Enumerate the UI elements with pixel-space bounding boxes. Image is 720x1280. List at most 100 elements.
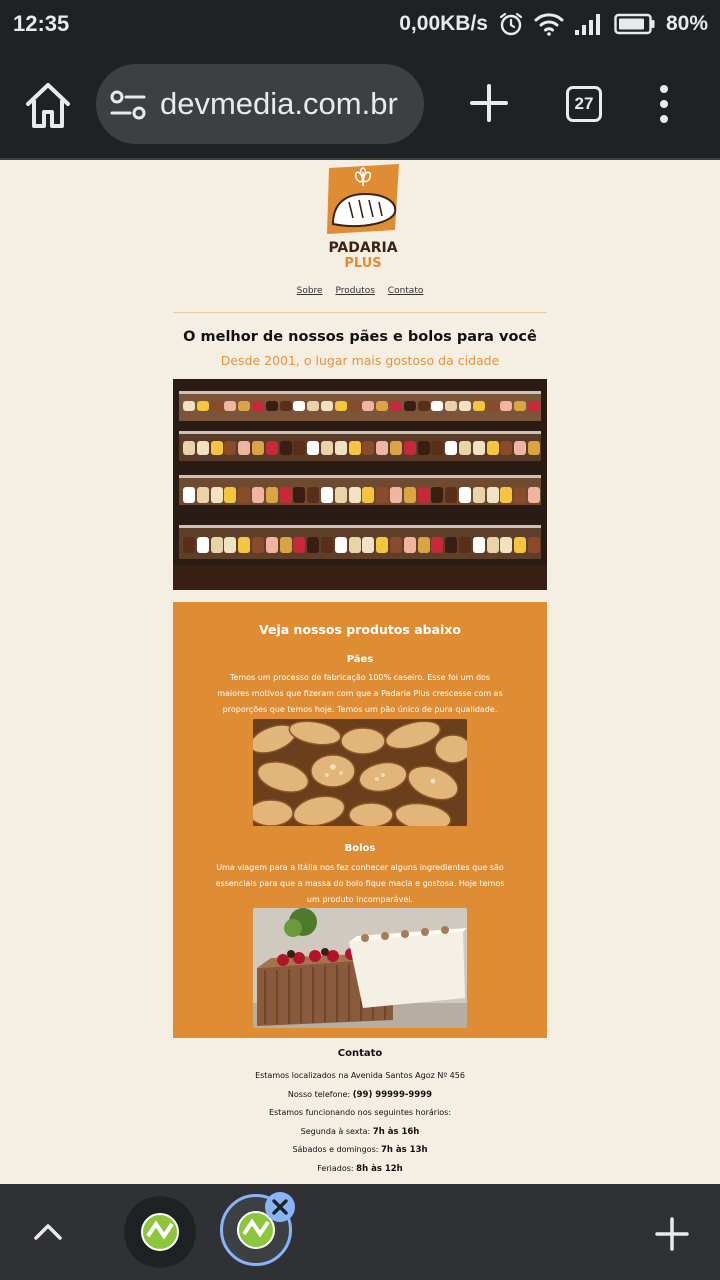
products-section: Veja nossos produtos abaixo Pães Temos u… xyxy=(173,602,547,1038)
pastry xyxy=(514,487,527,503)
status-time: 12:35 xyxy=(13,11,70,36)
pastry xyxy=(334,487,347,503)
pastry xyxy=(459,537,471,553)
pastry xyxy=(279,537,292,553)
pastry xyxy=(486,401,499,411)
pastry xyxy=(390,401,402,411)
pastry xyxy=(459,487,471,503)
pastry xyxy=(486,441,499,455)
home-icon[interactable] xyxy=(22,80,74,130)
contact-title: Contato xyxy=(337,1048,383,1059)
pastry xyxy=(514,441,527,455)
pastry xyxy=(472,441,485,455)
pastry xyxy=(390,537,402,553)
web-page: PADARIA PLUS Sobre Produtos Contato O me… xyxy=(0,162,720,1184)
nav-link-contato[interactable]: Contato xyxy=(388,286,424,296)
pastry xyxy=(390,441,402,455)
hours-holidays: Feriados: 8h às 12h xyxy=(173,1160,547,1179)
pastry xyxy=(183,487,195,503)
weekdays-hours: 7h às 16h xyxy=(372,1126,420,1137)
tab-switcher-button[interactable]: 27 xyxy=(566,86,602,122)
padaria-plus-logo[interactable]: PADARIA PLUS xyxy=(323,164,403,274)
cakes-image xyxy=(253,908,467,1028)
pastry xyxy=(376,441,389,455)
pastry xyxy=(500,401,513,411)
holidays-hours: 8h às 12h xyxy=(356,1163,403,1174)
phone-label: Nosso telefone: xyxy=(287,1089,351,1099)
logo-text-plus: PLUS xyxy=(344,256,381,271)
pastry xyxy=(307,487,320,503)
logo-text-padaria: PADARIA xyxy=(328,240,397,256)
contact-address: Estamos localizados na Avenida Santos Ag… xyxy=(255,1071,465,1080)
pastry xyxy=(252,487,264,503)
pastry xyxy=(376,401,389,411)
pastry xyxy=(224,537,237,553)
pastry xyxy=(307,441,320,455)
weekend-label: Sábados e domingos: xyxy=(292,1145,379,1155)
site-nav: Sobre Produtos Contato xyxy=(173,286,547,296)
nav-link-sobre[interactable]: Sobre xyxy=(297,286,323,296)
signal-icon xyxy=(574,14,600,35)
pastry xyxy=(252,537,264,553)
tab-thumbnail[interactable] xyxy=(124,1196,196,1268)
pastry xyxy=(210,441,223,455)
pastry xyxy=(210,487,223,503)
chevron-up-icon[interactable] xyxy=(30,1214,66,1250)
pastry xyxy=(514,401,527,411)
paes-title: Pães xyxy=(346,654,374,665)
close-tab-icon[interactable] xyxy=(265,1192,295,1222)
alarm-icon xyxy=(499,12,523,36)
address-bar[interactable]: devmedia.com.br xyxy=(96,64,424,144)
pastry xyxy=(528,487,540,503)
pastry xyxy=(279,401,292,411)
site-settings-icon[interactable] xyxy=(110,90,150,120)
bakery-showcase-image xyxy=(173,379,547,590)
pastry xyxy=(265,401,278,411)
pastry xyxy=(486,537,499,553)
pastry xyxy=(376,487,389,503)
header-divider xyxy=(173,312,547,313)
battery-level: 80% xyxy=(665,12,708,35)
pastry xyxy=(196,441,209,455)
pastry xyxy=(403,401,416,411)
pastry xyxy=(417,401,430,411)
weekdays-label: Segunda à sexta: xyxy=(300,1126,371,1136)
pastry xyxy=(348,401,361,411)
pastry xyxy=(307,401,320,411)
battery-icon xyxy=(614,13,655,35)
new-tab-icon[interactable] xyxy=(466,80,512,126)
pastry xyxy=(376,537,389,553)
pastry xyxy=(500,537,513,553)
pastry xyxy=(196,487,209,503)
hours-intro: Estamos funcionando nos seguintes horári… xyxy=(268,1108,452,1118)
contact-phone-line: Nosso telefone: (99) 99999-9999 xyxy=(173,1086,547,1105)
pastry xyxy=(321,487,333,503)
pastry xyxy=(265,537,278,553)
pastry xyxy=(403,537,416,553)
pastry xyxy=(321,441,333,455)
net-speed: 0,00KB/s xyxy=(399,12,488,35)
pastry xyxy=(486,487,499,503)
pastry xyxy=(514,537,527,553)
hours-weekdays: Segunda à sexta: 7h às 16h xyxy=(173,1123,547,1142)
pastry xyxy=(500,441,513,455)
hero-title: O melhor de nossos pães e bolos para voc… xyxy=(183,329,537,345)
pastry xyxy=(500,487,513,503)
pastry xyxy=(293,441,306,455)
pastry xyxy=(459,441,471,455)
pastry xyxy=(293,537,306,553)
devmedia-favicon-icon xyxy=(141,1213,179,1251)
add-tab-icon[interactable] xyxy=(654,1216,690,1252)
pastry xyxy=(362,537,375,553)
pastry xyxy=(348,537,361,553)
pastry xyxy=(459,401,471,411)
pastry xyxy=(445,441,458,455)
pastry xyxy=(403,441,416,455)
more-menu-icon[interactable] xyxy=(648,82,680,126)
url-text[interactable]: devmedia.com.br xyxy=(160,86,398,122)
pastry xyxy=(528,441,540,455)
status-icons: 0,00KB/s 80% xyxy=(399,10,708,38)
pastry xyxy=(265,441,278,455)
pastry xyxy=(265,487,278,503)
nav-link-produtos[interactable]: Produtos xyxy=(335,286,374,296)
